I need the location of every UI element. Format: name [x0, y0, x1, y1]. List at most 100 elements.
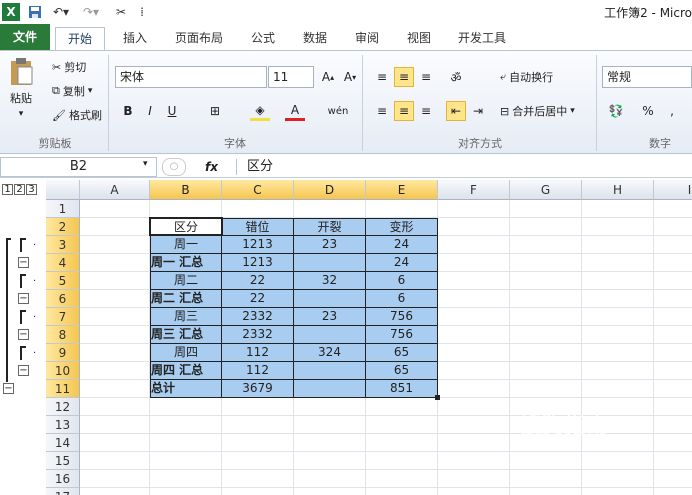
- save-icon[interactable]: [26, 3, 44, 21]
- table-cell[interactable]: 周三: [150, 308, 222, 326]
- tab-review[interactable]: 审阅: [347, 27, 387, 50]
- orientation-icon[interactable]: ॐ: [446, 67, 466, 87]
- outline-level-3[interactable]: 3: [26, 184, 37, 195]
- table-cell[interactable]: [294, 380, 366, 398]
- table-cell[interactable]: 24: [366, 254, 438, 272]
- merge-center-button[interactable]: ⊟ 合并后居中 ▾: [500, 103, 575, 119]
- table-cell[interactable]: 周四 汇总: [150, 362, 222, 380]
- collapse-group-button[interactable]: −: [18, 329, 29, 340]
- row-header[interactable]: 15: [46, 452, 80, 470]
- table-cell[interactable]: [294, 290, 366, 308]
- decrease-indent-icon[interactable]: ⇤: [446, 101, 466, 121]
- table-cell[interactable]: 32: [294, 272, 366, 290]
- currency-icon[interactable]: 💱: [606, 101, 626, 121]
- tab-insert[interactable]: 插入: [115, 27, 155, 50]
- table-cell[interactable]: [294, 326, 366, 344]
- table-cell[interactable]: 112: [222, 344, 294, 362]
- worksheet-grid[interactable]: 1 2 3 ABCDEFGHI 123456789101112131415161…: [0, 180, 692, 495]
- tab-formulas[interactable]: 公式: [243, 27, 283, 50]
- table-cell[interactable]: 23: [294, 308, 366, 326]
- redo-icon[interactable]: ↷▾: [78, 3, 104, 21]
- row-header[interactable]: 6: [46, 290, 80, 308]
- align-top-icon[interactable]: ≡: [372, 67, 392, 87]
- table-cell[interactable]: 周一: [150, 236, 222, 254]
- table-cell[interactable]: 周三 汇总: [150, 326, 222, 344]
- bold-icon[interactable]: B: [118, 101, 138, 121]
- table-cell[interactable]: 周二 汇总: [150, 290, 222, 308]
- font-size-select[interactable]: 11: [268, 66, 314, 88]
- fill-handle[interactable]: [435, 395, 440, 400]
- column-header[interactable]: F: [438, 180, 510, 200]
- align-right-icon[interactable]: ≡: [416, 101, 436, 121]
- column-header[interactable]: A: [80, 180, 150, 200]
- expand-icon[interactable]: ○: [162, 158, 186, 176]
- comma-icon[interactable]: ,: [662, 101, 682, 121]
- fill-color-icon[interactable]: ◈: [250, 101, 270, 121]
- tab-data[interactable]: 数据: [295, 27, 335, 50]
- column-header[interactable]: I: [654, 180, 692, 200]
- table-cell[interactable]: 总计: [150, 380, 222, 398]
- table-header-cell[interactable]: 错位: [222, 218, 294, 236]
- copy-button[interactable]: ⧉ 复制 ▾: [52, 83, 92, 99]
- collapse-all-button[interactable]: −: [3, 383, 14, 394]
- table-cell[interactable]: 周二: [150, 272, 222, 290]
- formula-value[interactable]: 区分: [247, 157, 273, 177]
- table-cell[interactable]: 1213: [222, 236, 294, 254]
- table-cell[interactable]: 22: [222, 290, 294, 308]
- column-header[interactable]: G: [510, 180, 582, 200]
- row-header[interactable]: 5: [46, 272, 80, 290]
- table-cell[interactable]: 3679: [222, 380, 294, 398]
- table-cell[interactable]: 1213: [222, 254, 294, 272]
- table-cell[interactable]: 2332: [222, 308, 294, 326]
- table-cell[interactable]: 851: [366, 380, 438, 398]
- row-header[interactable]: 3: [46, 236, 80, 254]
- table-cell[interactable]: 周四: [150, 344, 222, 362]
- outline-level-2[interactable]: 2: [14, 184, 25, 195]
- row-header[interactable]: 11: [46, 380, 80, 398]
- table-cell[interactable]: 24: [366, 236, 438, 254]
- align-left-icon[interactable]: ≡: [372, 101, 392, 121]
- align-middle-icon[interactable]: ≡: [394, 67, 414, 87]
- tab-page-layout[interactable]: 页面布局: [168, 27, 230, 50]
- number-format-select[interactable]: 常规: [602, 66, 692, 88]
- tab-home[interactable]: 开始: [55, 27, 105, 50]
- select-all-corner[interactable]: [46, 180, 80, 200]
- name-box[interactable]: B2: [0, 157, 157, 177]
- table-cell[interactable]: 756: [366, 326, 438, 344]
- table-cell[interactable]: 23: [294, 236, 366, 254]
- row-header[interactable]: 14: [46, 434, 80, 452]
- cut-button[interactable]: ✂ 剪切: [52, 59, 86, 75]
- tab-file[interactable]: 文件: [0, 24, 50, 50]
- decrease-font-icon[interactable]: A ▾: [340, 67, 360, 87]
- font-color-icon[interactable]: A: [285, 101, 305, 121]
- table-cell[interactable]: 65: [366, 344, 438, 362]
- column-header[interactable]: B: [150, 180, 222, 200]
- table-cell[interactable]: 22: [222, 272, 294, 290]
- table-cell[interactable]: 周一 汇总: [150, 254, 222, 272]
- row-header[interactable]: 10: [46, 362, 80, 380]
- row-header[interactable]: 16: [46, 470, 80, 488]
- increase-font-icon[interactable]: A ▴: [318, 67, 338, 87]
- collapse-group-button[interactable]: −: [18, 365, 29, 376]
- tab-view[interactable]: 视图: [399, 27, 439, 50]
- table-cell[interactable]: 2332: [222, 326, 294, 344]
- paste-button[interactable]: 粘贴 ▾: [8, 57, 34, 119]
- font-name-select[interactable]: 宋体: [115, 66, 267, 88]
- increase-indent-icon[interactable]: ⇥: [468, 101, 488, 121]
- name-box-dropdown-icon[interactable]: ▾: [143, 159, 148, 169]
- collapse-group-button[interactable]: −: [18, 293, 29, 304]
- italic-icon[interactable]: I: [140, 101, 160, 121]
- quick-access-menu-icon[interactable]: ⁞: [136, 3, 148, 21]
- row-header[interactable]: 4: [46, 254, 80, 272]
- table-header-cell[interactable]: 变形: [366, 218, 438, 236]
- align-center-icon[interactable]: ≡: [394, 101, 414, 121]
- column-header[interactable]: D: [294, 180, 366, 200]
- table-header-cell[interactable]: 开裂: [294, 218, 366, 236]
- table-cell[interactable]: 6: [366, 272, 438, 290]
- tab-developer[interactable]: 开发工具: [450, 27, 514, 50]
- row-header[interactable]: 9: [46, 344, 80, 362]
- row-header[interactable]: 8: [46, 326, 80, 344]
- row-header[interactable]: 7: [46, 308, 80, 326]
- phonetic-icon[interactable]: wén: [328, 101, 349, 121]
- customize-icon[interactable]: ✂: [110, 3, 132, 21]
